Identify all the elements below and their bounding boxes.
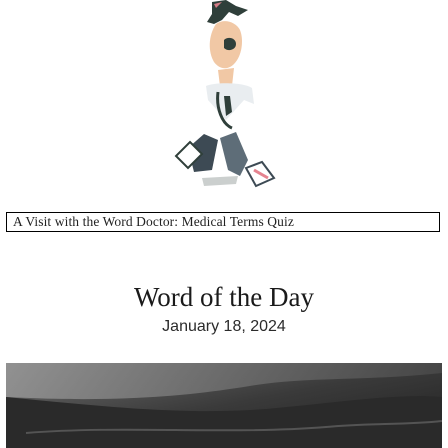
word-of-the-day-heading: Word of the Day bbox=[133, 282, 315, 312]
quiz-illustration bbox=[0, 0, 448, 208]
word-of-the-day-date: January 18, 2024 bbox=[162, 318, 286, 335]
quiz-link-label[interactable]: A Visit with the Word Doctor: Medical Te… bbox=[13, 214, 294, 230]
word-of-the-day-photo[interactable] bbox=[6, 363, 442, 448]
doctor-illustration-icon bbox=[174, 0, 276, 188]
quiz-link-card[interactable]: A Visit with the Word Doctor: Medical Te… bbox=[6, 212, 440, 232]
photo-image-icon bbox=[6, 363, 442, 448]
